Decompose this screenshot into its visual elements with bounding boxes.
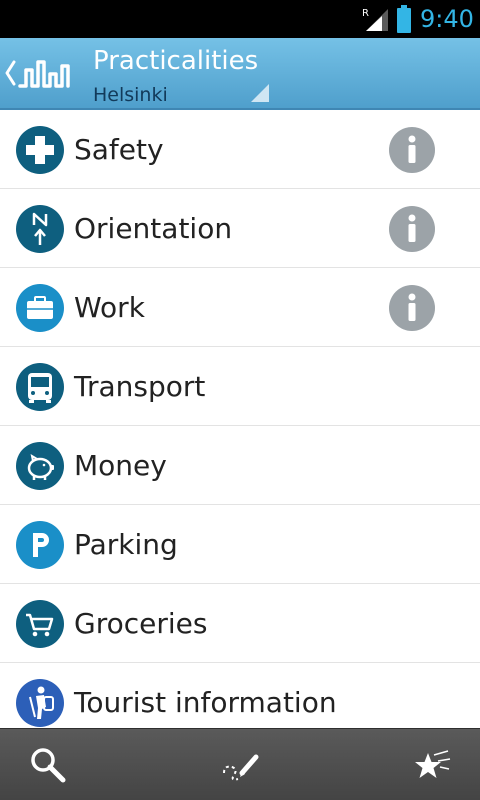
bus-icon xyxy=(16,363,64,411)
signal-icon: R xyxy=(362,8,388,31)
list-item-label: Transport xyxy=(74,370,206,403)
action-bar: Practicalities Helsinki xyxy=(0,38,480,110)
city-subtitle: Helsinki xyxy=(93,84,168,106)
battery-icon xyxy=(397,5,411,33)
bottom-toolbar xyxy=(0,728,480,800)
up-chevron-icon xyxy=(5,60,16,86)
location-selector[interactable]: Practicalities Helsinki xyxy=(93,44,273,106)
compass-north-icon xyxy=(16,205,64,253)
tourist-info-icon xyxy=(16,679,64,727)
list-item-label: Safety xyxy=(74,133,164,166)
info-icon[interactable] xyxy=(389,127,435,173)
list-item-money[interactable]: Money xyxy=(0,426,480,505)
page-title: Practicalities xyxy=(93,46,259,76)
search-icon xyxy=(31,748,66,783)
list-item-parking[interactable]: Parking xyxy=(0,505,480,584)
dropdown-triangle-icon xyxy=(251,84,269,102)
list-item-transport[interactable]: Transport xyxy=(0,347,480,426)
status-time: 9:40 xyxy=(420,5,474,33)
status-bar: R 9:40 xyxy=(0,0,480,38)
list-item-safety[interactable]: Safety xyxy=(0,110,480,189)
medical-cross-icon xyxy=(16,126,64,174)
search-button[interactable] xyxy=(8,729,88,800)
briefcase-icon xyxy=(16,284,64,332)
roaming-indicator: R xyxy=(362,8,369,19)
list-item-groceries[interactable]: Groceries xyxy=(0,584,480,663)
favorites-stars-icon xyxy=(415,750,451,778)
city-skyline-logo-icon xyxy=(18,60,70,88)
list-item-orientation[interactable]: Orientation xyxy=(0,189,480,268)
shopping-cart-icon xyxy=(16,600,64,648)
list-item-label: Money xyxy=(74,449,167,482)
screen: R 9:40 Practicalities Helsinki Safety Or… xyxy=(0,0,480,800)
list-item-label: Groceries xyxy=(74,607,208,640)
list-item-work[interactable]: Work xyxy=(0,268,480,347)
list-item-label: Work xyxy=(74,291,145,324)
list-item-tourist-information[interactable]: Tourist information xyxy=(0,663,480,728)
route-edit-button[interactable] xyxy=(200,729,280,800)
list-item-label: Parking xyxy=(74,528,178,561)
info-icon[interactable] xyxy=(389,285,435,331)
home-up-button[interactable] xyxy=(0,38,80,110)
list-item-label: Orientation xyxy=(74,212,233,245)
favorites-button[interactable] xyxy=(392,729,472,800)
info-icon[interactable] xyxy=(389,206,435,252)
parking-icon xyxy=(16,521,64,569)
piggy-bank-icon xyxy=(16,442,64,490)
practicalities-list: Safety Orientation Work Transport Money … xyxy=(0,110,480,728)
route-edit-icon xyxy=(223,754,259,781)
list-item-label: Tourist information xyxy=(74,686,337,719)
